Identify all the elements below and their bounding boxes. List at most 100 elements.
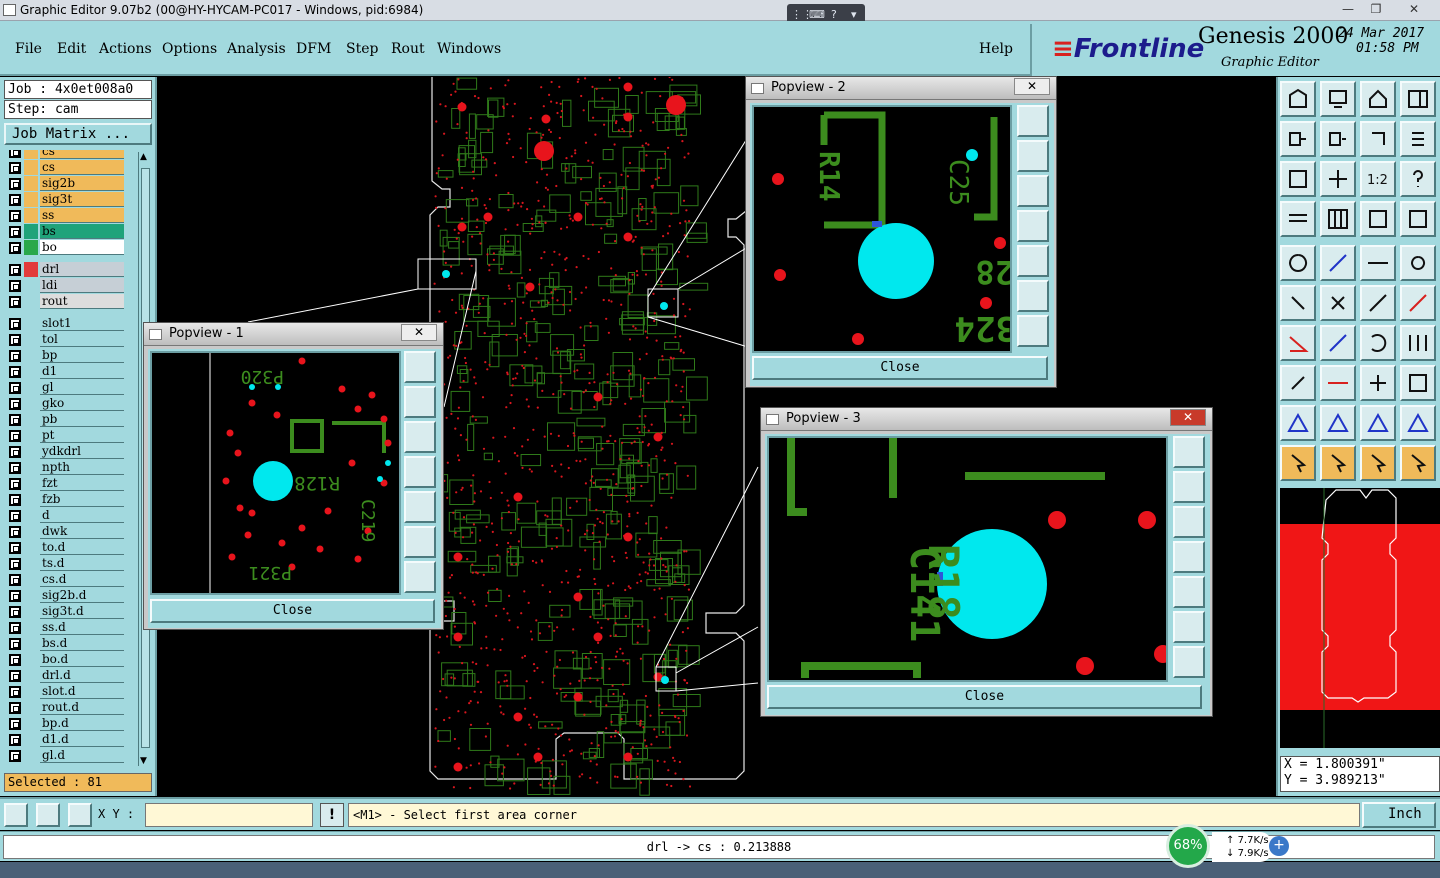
layer-name[interactable]: gko (40, 396, 124, 411)
warning-button[interactable]: ! (320, 803, 344, 827)
scroll-up-icon[interactable]: ▲ (140, 152, 147, 162)
layer-name[interactable]: cs (40, 160, 124, 175)
menu-file[interactable]: File (15, 41, 42, 57)
layer-display-checkbox[interactable] (9, 162, 21, 174)
layer-display-checkbox[interactable] (9, 622, 21, 634)
layer-display-checkbox[interactable] (9, 318, 21, 330)
layer-display-checkbox[interactable] (9, 558, 21, 570)
layer-display-checkbox[interactable] (9, 296, 21, 308)
tri-a-icon[interactable] (1320, 405, 1356, 441)
layer-color-swatch[interactable] (24, 668, 38, 683)
layer-color-swatch[interactable] (24, 620, 38, 635)
layer-row[interactable]: ss.d (4, 620, 126, 636)
layer-row[interactable]: tol (4, 332, 126, 348)
keyboard-icon[interactable]: ⌨ (809, 8, 825, 21)
point-icon[interactable] (1400, 245, 1436, 281)
layer-row[interactable]: rout.d (4, 700, 126, 716)
layer-display-checkbox[interactable] (9, 264, 21, 276)
layer-name[interactable]: pb (40, 412, 124, 427)
layer-display-checkbox[interactable] (9, 638, 21, 650)
layer-display-checkbox[interactable] (9, 718, 21, 730)
help-icon[interactable] (1400, 161, 1436, 197)
layer-row[interactable]: sig2b.d (4, 588, 126, 604)
popview-3-close-button[interactable]: Close (767, 685, 1202, 709)
layer-display-checkbox[interactable] (9, 702, 21, 714)
layer-row[interactable]: pb (4, 412, 126, 428)
layer-display-checkbox[interactable] (9, 590, 21, 602)
pad-icon[interactable] (1280, 245, 1316, 281)
measure-icon[interactable] (1280, 201, 1316, 237)
layer-display-checkbox[interactable] (9, 654, 21, 666)
unit-select[interactable]: Inch ⚊ (1362, 802, 1436, 842)
layer-row[interactable]: ldi (4, 278, 126, 294)
pan-right-icon[interactable] (1173, 576, 1205, 608)
layer-color-swatch[interactable] (24, 556, 38, 571)
popview-2[interactable]: Popview - 2 ✕ R14 C25 28 324 (745, 76, 1057, 388)
menu-help[interactable]: Help (979, 41, 1013, 57)
layer-name[interactable]: d1.d (40, 732, 124, 747)
pan-left-icon[interactable] (1280, 121, 1316, 157)
layer-color-swatch[interactable] (24, 294, 38, 309)
cross-icon[interactable] (1320, 285, 1356, 321)
layer-name[interactable]: d (40, 508, 124, 523)
arrows-icon[interactable] (1360, 365, 1396, 401)
layer-color-swatch[interactable] (24, 364, 38, 379)
layer-row[interactable]: d1.d (4, 732, 126, 748)
layer-color-swatch[interactable] (24, 240, 38, 255)
layer-row[interactable]: gko (4, 396, 126, 412)
layer-name[interactable]: drl (40, 262, 124, 277)
pan-up-icon[interactable] (1173, 471, 1205, 503)
grid-icon[interactable] (1320, 201, 1356, 237)
layer-color-swatch[interactable] (24, 224, 38, 239)
layer-display-checkbox[interactable] (9, 414, 21, 426)
layer-name[interactable]: bo (40, 240, 124, 255)
layer-name[interactable]: dwk (40, 524, 124, 539)
fit-icon[interactable] (1280, 161, 1316, 197)
pan-down-icon[interactable] (1173, 506, 1205, 538)
layer-name[interactable]: fzb (40, 492, 124, 507)
layer-row[interactable]: ydkdrl (4, 444, 126, 460)
layer-name[interactable]: cs (40, 150, 124, 159)
menu-edit[interactable]: Edit (57, 41, 86, 57)
layer-color-swatch[interactable] (24, 636, 38, 651)
measure-snap-icon[interactable] (36, 803, 60, 827)
pointer-circle-icon[interactable] (1360, 445, 1396, 481)
zoom-out-icon[interactable] (1173, 646, 1205, 678)
layer-row[interactable]: to.d (4, 540, 126, 556)
layer-color-swatch[interactable] (24, 540, 38, 555)
minimize-button[interactable]: — (1334, 0, 1362, 18)
layer-name[interactable]: ss.d (40, 620, 124, 635)
layer-row[interactable]: cs (4, 160, 126, 176)
layer-name[interactable]: sig2b (40, 176, 124, 191)
layer-display-checkbox[interactable] (9, 226, 21, 238)
line-red-icon[interactable] (1400, 285, 1436, 321)
popview-1-x-button[interactable]: ✕ (401, 324, 437, 341)
layers-color-icon[interactable] (1360, 201, 1396, 237)
layer-color-swatch[interactable] (24, 460, 38, 475)
layer-display-checkbox[interactable] (9, 350, 21, 362)
layer-row[interactable]: gl (4, 380, 126, 396)
layer-name[interactable]: bs (40, 224, 124, 239)
layer-color-swatch[interactable] (24, 604, 38, 619)
layer-display-checkbox[interactable] (9, 382, 21, 394)
layer-display-checkbox[interactable] (9, 526, 21, 538)
layer-display-checkbox[interactable] (9, 178, 21, 190)
pan-right-icon[interactable] (1017, 245, 1049, 277)
layer-row[interactable]: npth (4, 460, 126, 476)
popview-2-view[interactable]: R14 C25 28 324 (752, 105, 1012, 353)
layer-row[interactable]: dwk (4, 524, 126, 540)
layer-display-checkbox[interactable] (9, 606, 21, 618)
layer-name[interactable]: tol (40, 332, 124, 347)
pan-left-icon[interactable] (1017, 210, 1049, 242)
zoom-in-icon[interactable] (1017, 280, 1049, 312)
layer-display-checkbox[interactable] (9, 150, 21, 158)
minimap[interactable] (1280, 488, 1440, 748)
layer-color-swatch[interactable] (24, 476, 38, 491)
zoom-in-icon[interactable] (1173, 611, 1205, 643)
layer-name[interactable]: bs.d (40, 636, 124, 651)
layer-name[interactable]: d1 (40, 364, 124, 379)
popview-1-view[interactable]: P320 R128 C219 P321 (150, 351, 401, 595)
pan-down-icon[interactable] (404, 421, 436, 453)
layer-row[interactable]: d1 (4, 364, 126, 380)
layer-name[interactable]: drl.d (40, 668, 124, 683)
